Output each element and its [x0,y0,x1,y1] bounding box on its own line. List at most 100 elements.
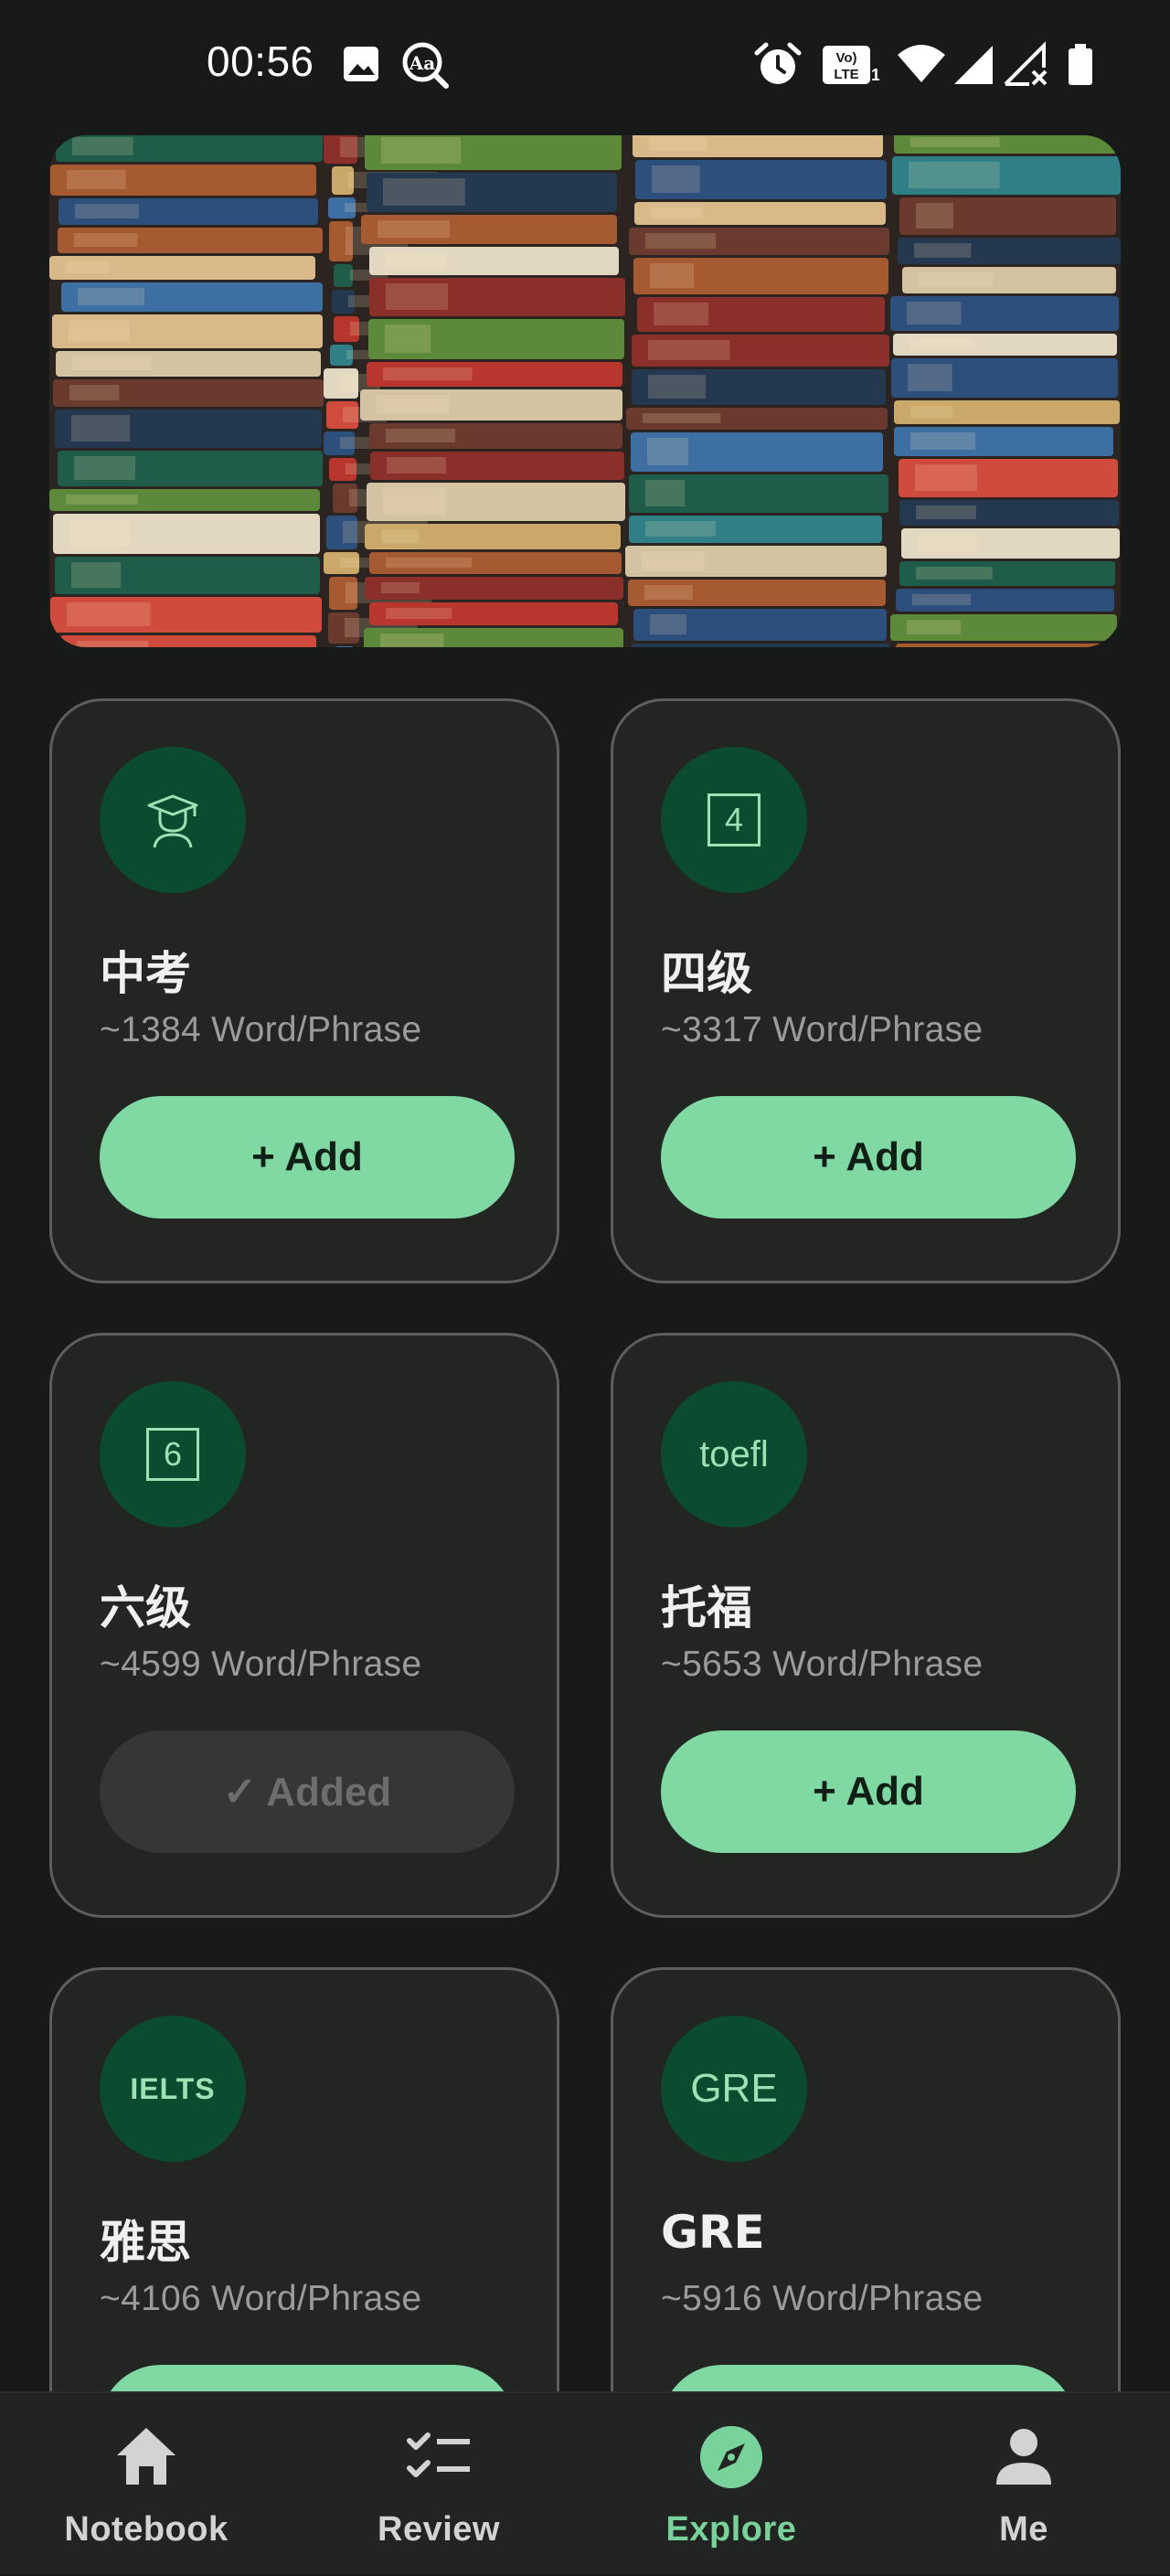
wordbook-card[interactable]: 4 四级 ~3317 Word/Phrase + Add [611,698,1121,1283]
book-spine-label [387,457,447,474]
book-spine-label [908,364,952,391]
book-spine-label [69,519,131,548]
status-bar: 00:56 Aa Vo) LTE 1 [0,0,1170,128]
nav-explore[interactable]: Explore [585,2393,878,2576]
book-spine-label [383,178,465,206]
wifi-icon [896,40,947,90]
book-spine-label [67,170,126,189]
book-spine-label [918,534,978,552]
nav-label-notebook: Notebook [64,2510,229,2549]
bottom-nav: Notebook Review Explore Me [0,2391,1170,2574]
book-spine-label [69,385,120,400]
compass-icon [695,2421,768,2494]
svg-text:1: 1 [871,66,879,84]
gre-icon: GRE [661,2016,807,2162]
book-spine-label [919,272,993,287]
nav-notebook[interactable]: Notebook [0,2393,292,2576]
text-search-icon: Aa [400,40,452,90]
book-spine [631,644,890,647]
signal-no-service-icon [1002,40,1049,90]
book-spine-label [910,137,1000,147]
wordbook-card[interactable]: 6 六级 ~4599 Word/Phrase ✓ Added [49,1333,559,1918]
book-spine-label [909,162,1000,188]
wordbook-count: ~5653 Word/Phrase [661,1645,984,1684]
book-spine-label [649,137,707,151]
nav-me[interactable]: Me [878,2393,1170,2576]
book-spine-label [71,415,131,442]
signal-icon [951,40,996,90]
book-spine-label [650,614,687,634]
wordbook-title: 四级 [661,947,752,1000]
checklist-icon [402,2421,475,2494]
book-spine-label [907,302,962,325]
battery-icon [1064,40,1097,90]
home-icon [110,2421,183,2494]
nav-review[interactable]: Review [292,2393,585,2576]
book-spine-label [648,375,707,399]
badge-number: 6 [146,1428,199,1481]
badge-number: 4 [707,793,760,846]
wordbook-title: GRE [661,2206,765,2259]
nav-label-me: Me [999,2510,1048,2549]
svg-text:LTE: LTE [834,67,858,82]
book-spine-label [386,608,452,619]
book-spine-label [383,367,473,380]
add-button[interactable]: + Add [661,1096,1076,1219]
book-spine-label [647,438,689,465]
svg-text:Aa: Aa [409,52,436,74]
book-spine-label [386,283,449,310]
book-spine-label [916,203,954,229]
book-spine-label [912,594,971,605]
book-spine-label [75,204,139,218]
book-spine-label [648,340,730,360]
graduation-cap-icon [100,747,246,893]
book-spine-label [645,480,686,506]
book-spine-label [645,521,716,537]
book-spine-label [644,585,693,600]
book-spine-label [654,303,709,325]
toefl-icon: toefl [661,1381,807,1528]
book-spine-label [74,233,138,247]
wordbook-card[interactable]: toefl 托福 ~5653 Word/Phrase + Add [611,1333,1121,1918]
book-spine-label [78,288,145,305]
ielts-icon: IELTS [100,2016,246,2162]
book-spine-label [383,488,447,515]
book-spine-label [386,429,455,442]
person-icon [987,2421,1060,2494]
add-button[interactable]: + Add [661,1730,1076,1853]
book-spine-label [381,529,420,543]
book-spine-label [916,506,976,519]
book-spine [335,646,354,647]
book-spine-label [916,567,993,580]
wordbook-title: 雅思 [100,2216,191,2269]
wordbook-title: 中考 [100,947,191,1000]
book-spine-label [69,320,130,342]
book-spine-label [907,620,962,634]
book-spine-label [642,551,705,570]
added-button[interactable]: ✓ Added [100,1730,515,1853]
wordbook-count: ~4599 Word/Phrase [100,1645,422,1684]
book-spine-label [72,137,133,155]
volte-icon: Vo) LTE 1 [821,40,879,90]
book-spine-label [645,233,717,249]
book-spine-label [651,208,703,218]
book-spine-label [67,602,151,626]
wordbook-card[interactable]: 中考 ~1384 Word/Phrase + Add [49,698,559,1283]
wordbook-count: ~1384 Word/Phrase [100,1010,422,1049]
image-icon [340,40,382,90]
badge-text: GRE [690,2066,778,2111]
hero-books-image [49,135,1121,647]
book-spine-label [377,395,450,414]
level-4-icon: 4 [661,747,807,893]
nav-label-explore: Explore [665,2510,797,2549]
add-button[interactable]: + Add [100,1096,515,1219]
book-spine-label [66,261,110,273]
wordbook-count: ~4106 Word/Phrase [100,2279,422,2318]
book-spine-label [643,413,721,423]
book-spine-label [650,263,694,288]
book-spine-label [914,243,972,258]
wordbook-count: ~3317 Word/Phrase [661,1010,984,1049]
book-spine-label [652,165,700,193]
book-spine-label [66,495,138,505]
wordbook-title: 六级 [100,1581,191,1634]
